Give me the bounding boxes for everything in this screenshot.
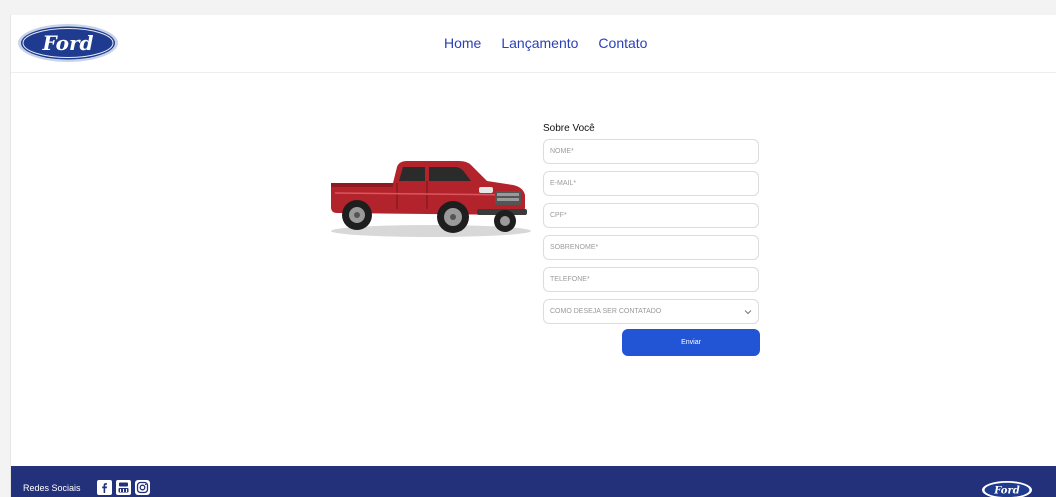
telefone-input[interactable] — [544, 268, 758, 291]
nome-input[interactable] — [544, 140, 758, 163]
social-label: Redes Sociais — [23, 483, 81, 493]
nav-link-home[interactable]: Home — [444, 35, 481, 51]
instagram-icon[interactable] — [135, 480, 150, 495]
contact-method-select[interactable]: COMO DESEJA SER CONTATADO — [544, 300, 758, 323]
ford-logo-footer[interactable]: Ford — [981, 480, 1033, 497]
cpf-input[interactable] — [544, 204, 758, 227]
page: Ford Home Lançamento Contato Sobre Você … — [10, 15, 1056, 497]
chevron-down-icon — [744, 310, 752, 315]
enviar-button[interactable]: Enviar — [622, 329, 760, 356]
main-nav: Home Lançamento Contato — [444, 35, 667, 51]
ford-logo[interactable]: Ford — [17, 23, 119, 63]
site-footer: Redes Sociais Ford — [11, 466, 1056, 497]
email-field-wrapper — [543, 171, 759, 196]
youtube-icon[interactable] — [116, 480, 131, 495]
pickup-truck-image — [331, 161, 531, 237]
cpf-field-wrapper — [543, 203, 759, 228]
facebook-icon[interactable] — [97, 480, 112, 495]
svg-text:Ford: Ford — [42, 31, 94, 55]
nav-link-lancamento[interactable]: Lançamento — [501, 35, 578, 51]
telefone-field-wrapper — [543, 267, 759, 292]
email-input[interactable] — [544, 172, 758, 195]
sobrenome-input[interactable] — [544, 236, 758, 259]
social-icons — [97, 480, 150, 495]
contact-method-wrapper: COMO DESEJA SER CONTATADO — [543, 299, 759, 324]
nav-link-contato[interactable]: Contato — [598, 35, 647, 51]
site-header: Ford Home Lançamento Contato — [11, 15, 1056, 73]
nome-field-wrapper — [543, 139, 759, 164]
sobrenome-field-wrapper — [543, 235, 759, 260]
contact-form: Sobre Você COMO DESEJA SER CONTATADO Env… — [543, 122, 761, 356]
form-title: Sobre Você — [543, 123, 595, 134]
svg-text:Ford: Ford — [993, 486, 1019, 497]
